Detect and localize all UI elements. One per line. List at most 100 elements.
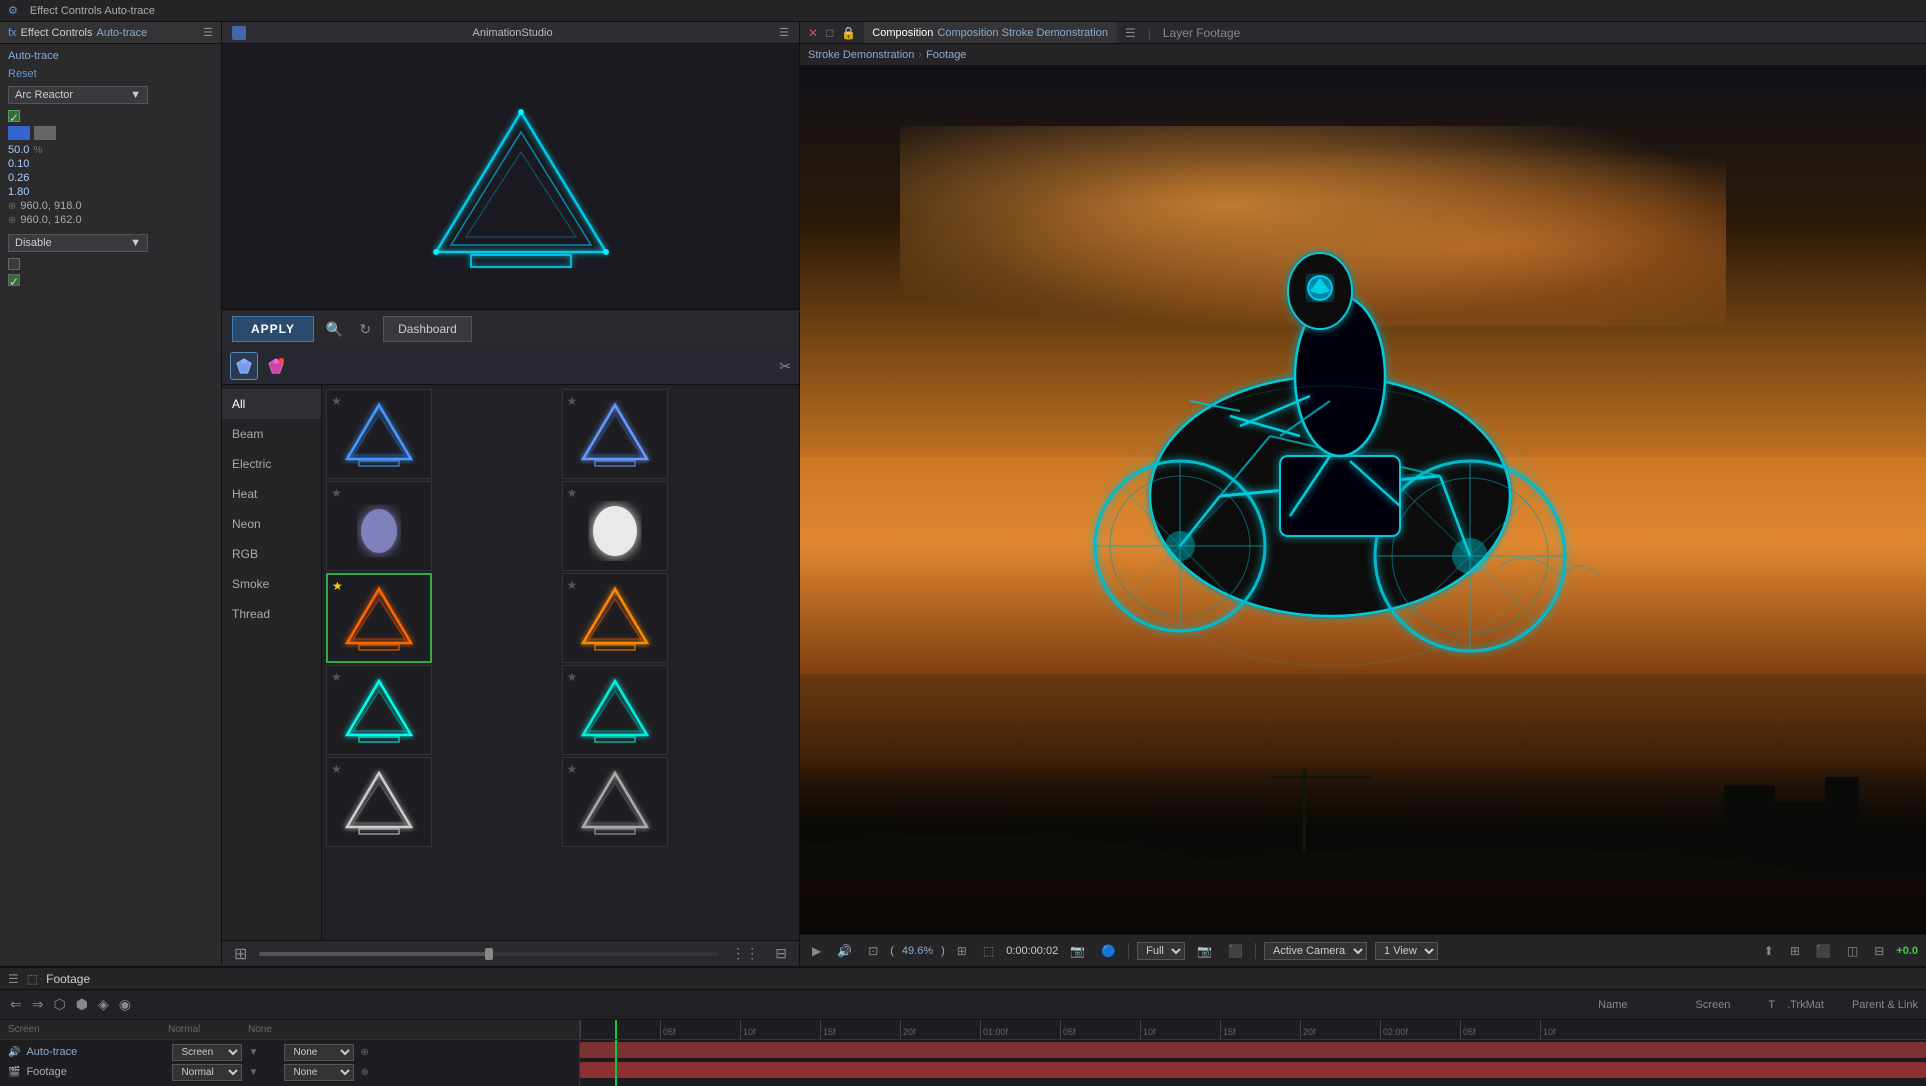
star-icon-4[interactable]: ★ bbox=[567, 486, 578, 500]
effect-item-10[interactable]: ★ bbox=[562, 757, 668, 847]
tl-forward-btn[interactable]: ⇒ bbox=[30, 994, 46, 1015]
grid-toggle[interactable]: ⊞ bbox=[1786, 942, 1804, 960]
timeline-menu-icon[interactable]: ☰ bbox=[8, 972, 19, 986]
zoom-percent[interactable]: 49.6% bbox=[902, 945, 933, 957]
category-item-smoke[interactable]: Smoke bbox=[222, 569, 321, 599]
camera-record[interactable]: 📷 bbox=[1066, 942, 1089, 960]
comp-name: Composition Stroke Demonstration bbox=[937, 27, 1108, 39]
effect-item-1[interactable]: ★ bbox=[326, 389, 432, 479]
param-value-1[interactable]: 50.0 bbox=[8, 144, 29, 156]
coord-value-1[interactable]: 960.0, 918.0 bbox=[20, 200, 81, 212]
camera-select[interactable]: Active Camera bbox=[1264, 942, 1367, 960]
preset-dropdown[interactable]: Arc Reactor ▼ bbox=[8, 86, 148, 104]
scissor-button[interactable]: ✂ bbox=[779, 358, 791, 375]
star-icon-5[interactable]: ★ bbox=[332, 579, 343, 593]
star-icon-1[interactable]: ★ bbox=[331, 394, 342, 408]
param-value-3[interactable]: 0.26 bbox=[8, 172, 29, 184]
star-icon-6[interactable]: ★ bbox=[567, 578, 578, 592]
region-button[interactable]: ⬚ bbox=[979, 942, 998, 960]
preview-button[interactable]: ⊡ bbox=[864, 942, 882, 960]
effect-item-9[interactable]: ★ bbox=[326, 757, 432, 847]
timecode[interactable]: 0:00:00:02 bbox=[1006, 945, 1058, 957]
transparency-button[interactable]: ⬛ bbox=[1224, 942, 1247, 960]
effect-item-4[interactable]: ★ bbox=[562, 481, 668, 571]
tl-playback-btn[interactable]: ⇐ bbox=[8, 994, 24, 1015]
track-mode-select[interactable]: Screen bbox=[172, 1044, 242, 1061]
effect-item-5[interactable]: ★ bbox=[326, 573, 432, 663]
fit-button[interactable]: ⊞ bbox=[953, 942, 971, 960]
tl-merge[interactable]: ⬢ bbox=[74, 994, 90, 1015]
category-item-all[interactable]: All bbox=[222, 389, 321, 419]
comp-tab-composition[interactable]: Composition Composition Stroke Demonstra… bbox=[864, 22, 1117, 43]
search-button[interactable]: 🔍 bbox=[322, 317, 347, 342]
disable-dropdown[interactable]: Disable ▼ bbox=[8, 234, 148, 252]
layer-options[interactable]: ⊟ bbox=[1870, 942, 1888, 960]
tl-stencil[interactable]: ◉ bbox=[117, 994, 133, 1015]
star-icon-10[interactable]: ★ bbox=[567, 762, 578, 776]
category-item-rgb[interactable]: RGB bbox=[222, 539, 321, 569]
track-bar-2[interactable] bbox=[580, 1062, 1926, 1078]
tl-add-layer[interactable]: ⬡ bbox=[51, 994, 67, 1015]
category-item-electric[interactable]: Electric bbox=[222, 449, 321, 479]
render-button[interactable]: ⬛ bbox=[1812, 942, 1835, 960]
effect-item-8[interactable]: ★ bbox=[562, 665, 668, 755]
track-parent-select[interactable]: None bbox=[284, 1044, 354, 1061]
star-icon-3[interactable]: ★ bbox=[331, 486, 342, 500]
checkbox-1[interactable]: ✓ bbox=[8, 110, 20, 122]
audio-button[interactable]: 🔊 bbox=[833, 942, 856, 960]
timeline-ruler-area: 05f10f15f20f01:00f05f10f15f20f02:00f05f1… bbox=[580, 1020, 1926, 1086]
effect-item-6[interactable]: ★ bbox=[562, 573, 668, 663]
param-unit-1: % bbox=[33, 145, 42, 156]
reset-button[interactable]: Reset bbox=[8, 68, 213, 80]
param-value-2[interactable]: 0.10 bbox=[8, 158, 29, 170]
category-item-heat[interactable]: Heat bbox=[222, 479, 321, 509]
color-swatch-blue[interactable] bbox=[8, 126, 30, 140]
star-icon-9[interactable]: ★ bbox=[331, 762, 342, 776]
coord-value-2[interactable]: 960.0, 162.0 bbox=[20, 214, 81, 226]
category-item-thread[interactable]: Thread bbox=[222, 599, 321, 629]
effect-item-3[interactable]: ★ bbox=[326, 481, 432, 571]
grid-view-button[interactable]: ⊟ bbox=[771, 941, 791, 966]
close-icon[interactable]: ✕ bbox=[808, 26, 818, 40]
playhead[interactable] bbox=[615, 1020, 617, 1039]
param-value-4[interactable]: 1.80 bbox=[8, 186, 29, 198]
checkbox-3[interactable]: ✓ bbox=[8, 274, 20, 286]
checkbox-2[interactable] bbox=[8, 258, 20, 270]
star-icon-2[interactable]: ★ bbox=[567, 394, 578, 408]
magnet-button[interactable]: 🔵 bbox=[1097, 942, 1120, 960]
category-item-beam[interactable]: Beam bbox=[222, 419, 321, 449]
refresh-button[interactable]: ↻ bbox=[355, 317, 375, 342]
play-button[interactable]: ▶ bbox=[808, 942, 825, 960]
star-icon-8[interactable]: ★ bbox=[567, 670, 578, 684]
breadcrumb-item-2[interactable]: Footage bbox=[926, 49, 966, 61]
tl-solo[interactable]: ◈ bbox=[96, 994, 111, 1015]
ruler-mark-2: 10f bbox=[740, 1020, 820, 1039]
dashboard-button[interactable]: Dashboard bbox=[383, 316, 472, 342]
star-icon-7[interactable]: ★ bbox=[331, 670, 342, 684]
panel-menu-icon[interactable]: ☰ bbox=[203, 26, 213, 39]
apply-button[interactable]: APPLY bbox=[232, 316, 314, 342]
effect-item-2[interactable]: ★ bbox=[562, 389, 668, 479]
3d-button[interactable]: ◫ bbox=[1843, 942, 1862, 960]
color-swatch-grey[interactable] bbox=[34, 126, 56, 140]
track-name-auto-trace[interactable]: Auto-trace bbox=[26, 1046, 166, 1058]
comp-tab-menu[interactable]: ☰ bbox=[1125, 26, 1136, 40]
track2-parent-select[interactable]: None bbox=[284, 1064, 354, 1081]
effect-item-7[interactable]: ★ bbox=[326, 665, 432, 755]
list-view-button[interactable]: ⋮⋮ bbox=[727, 941, 763, 966]
snapshot-button[interactable]: 📷 bbox=[1193, 942, 1216, 960]
view-select[interactable]: 1 View bbox=[1375, 942, 1438, 960]
tab-icon-gem[interactable] bbox=[230, 352, 258, 380]
layer-footage-label: Layer Footage bbox=[1163, 26, 1240, 40]
track-bar-1[interactable] bbox=[580, 1042, 1926, 1058]
center-panel-menu[interactable]: ☰ bbox=[779, 26, 789, 39]
track-name-footage[interactable]: Footage bbox=[26, 1066, 166, 1078]
export-button[interactable]: ⬆ bbox=[1760, 942, 1778, 960]
track-playhead bbox=[615, 1040, 617, 1086]
grid-icon-button[interactable]: ⊞ bbox=[230, 940, 251, 967]
breadcrumb-item-1[interactable]: Stroke Demonstration bbox=[808, 49, 914, 61]
track2-mode-select[interactable]: Normal bbox=[172, 1064, 242, 1081]
category-item-neon[interactable]: Neon bbox=[222, 509, 321, 539]
tab-icon-circle[interactable] bbox=[262, 352, 290, 380]
resolution-select[interactable]: Full bbox=[1137, 942, 1185, 960]
